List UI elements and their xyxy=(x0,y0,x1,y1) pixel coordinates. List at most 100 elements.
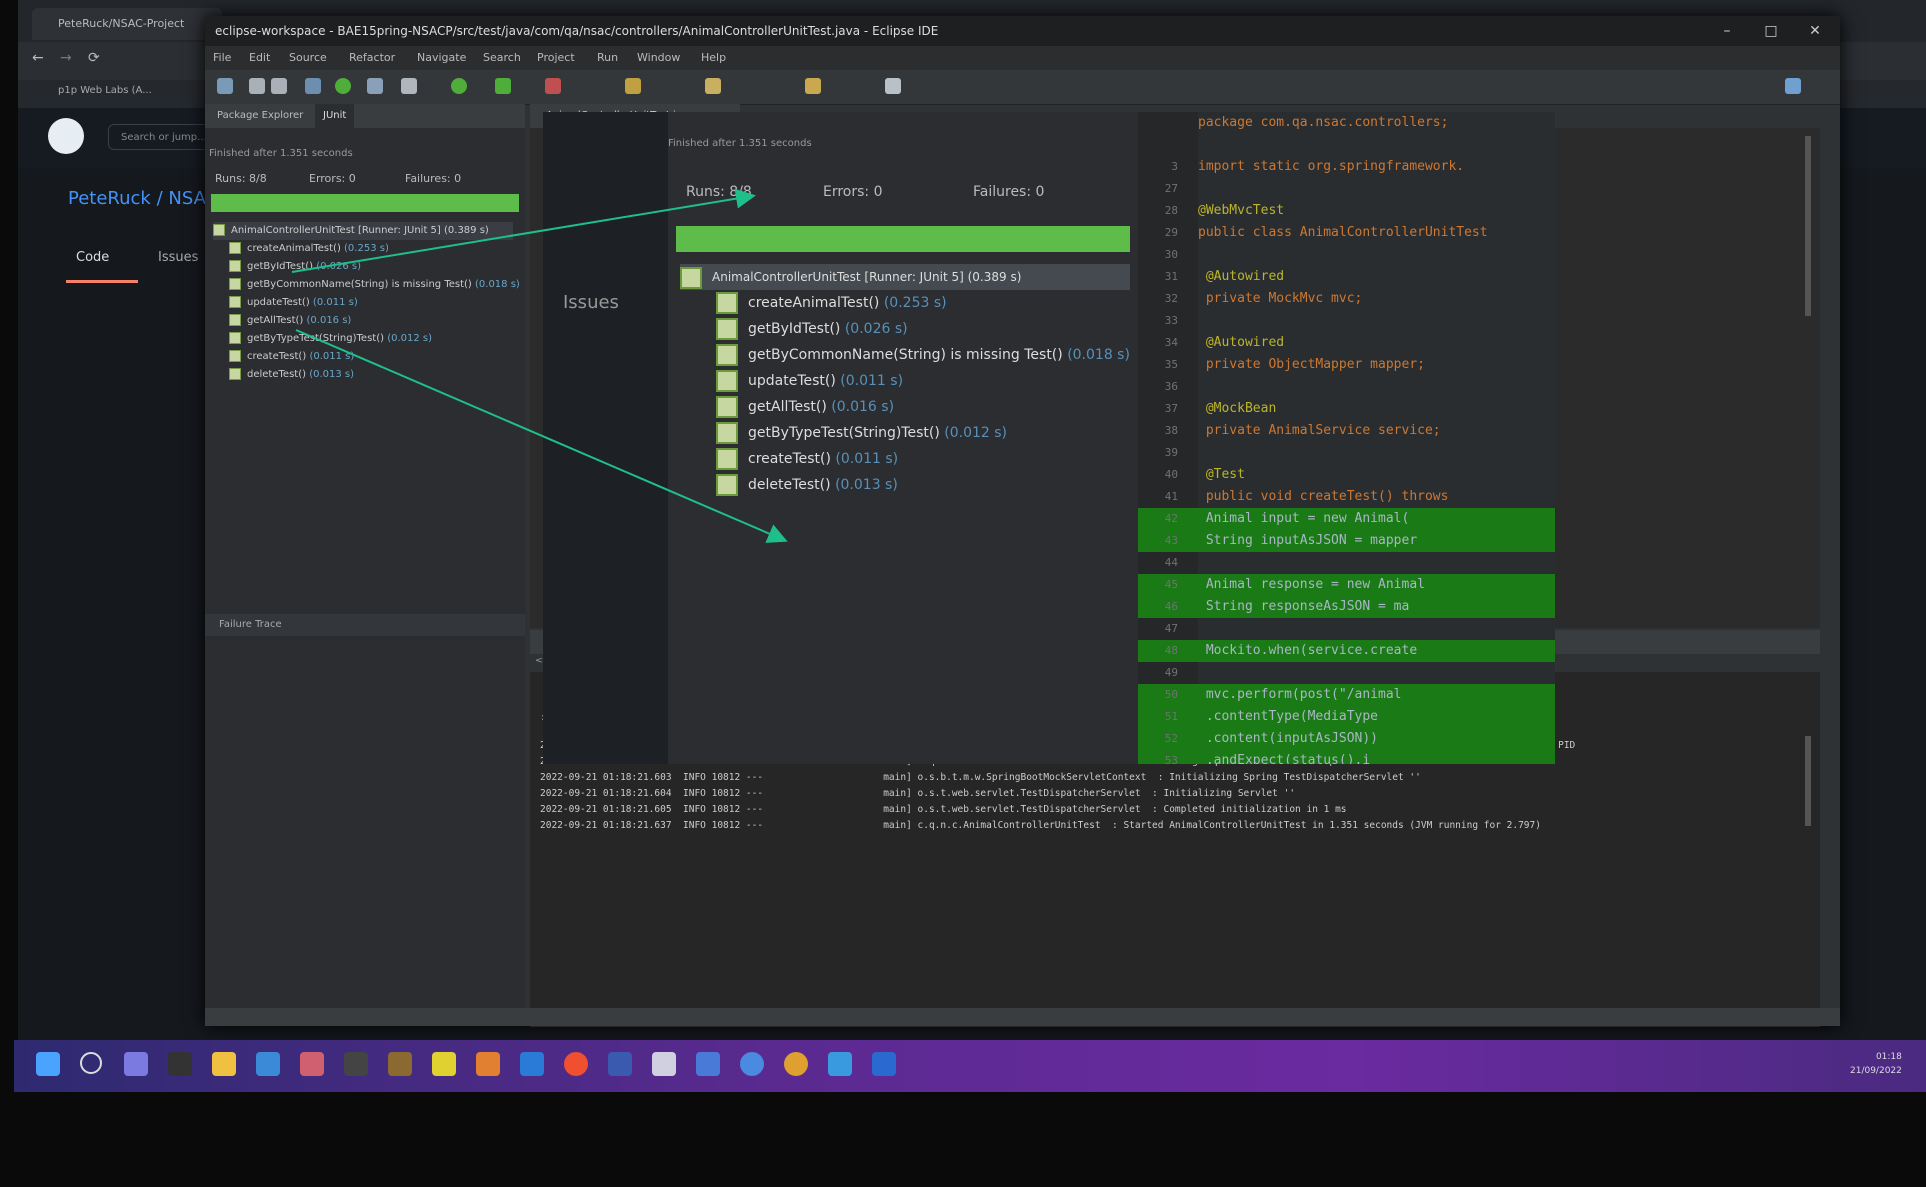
debug-icon[interactable] xyxy=(305,78,321,94)
new-icon[interactable] xyxy=(217,78,233,94)
tab-code[interactable]: Code xyxy=(76,250,109,265)
line-number: 32 xyxy=(1164,292,1178,305)
eclipse-titlebar: eclipse-workspace - BAE15pring-NSACP/src… xyxy=(205,16,1840,46)
forward-nav-icon[interactable] xyxy=(885,78,901,94)
github-logo-icon[interactable] xyxy=(48,118,84,154)
maximize-icon[interactable]: □ xyxy=(1749,16,1793,46)
folder-icon[interactable] xyxy=(705,78,721,94)
code-line: 38 private AnimalService service; xyxy=(1138,420,1555,442)
app-icon-4[interactable] xyxy=(696,1052,720,1076)
run-last-icon[interactable] xyxy=(451,78,467,94)
log-level: INFO 10812 --- xyxy=(683,820,764,831)
test-row[interactable]: getAllTest() (0.016 s) xyxy=(229,312,519,330)
zoom-test-row[interactable]: getByIdTest() (0.026 s) xyxy=(716,316,1136,342)
line-number: 39 xyxy=(1164,446,1178,459)
chrome-icon[interactable] xyxy=(784,1052,808,1076)
zoom-test-row[interactable]: createAnimalTest() (0.253 s) xyxy=(716,290,1136,316)
back-nav-icon[interactable] xyxy=(805,78,821,94)
test-row[interactable]: getByTypeTest(String)Test() (0.012 s) xyxy=(229,330,519,348)
git-icon[interactable] xyxy=(476,1052,500,1076)
start-icon[interactable] xyxy=(36,1052,60,1076)
zoom-test-row[interactable]: createTest() (0.011 s) xyxy=(716,446,1136,472)
eclipse-icon[interactable] xyxy=(608,1052,632,1076)
zoom-test-row[interactable]: getAllTest() (0.016 s) xyxy=(716,394,1136,420)
zoom-test-row[interactable]: getByCommonName(String) is missing Test(… xyxy=(716,342,1136,368)
zoom-test-pass-icon xyxy=(716,448,738,470)
file-explorer-icon[interactable] xyxy=(212,1052,236,1076)
repo-title[interactable]: PeteRuck / NSA xyxy=(68,188,206,209)
chat-icon[interactable] xyxy=(740,1052,764,1076)
browser-tab[interactable]: PeteRuck/NSAC-Project xyxy=(32,8,222,40)
save-icon[interactable] xyxy=(249,78,265,94)
menu-window[interactable]: Window xyxy=(637,46,680,70)
perspective-icon[interactable] xyxy=(1785,78,1801,94)
zoom-test-row[interactable]: deleteTest() (0.013 s) xyxy=(716,472,1136,498)
line-number: 49 xyxy=(1164,666,1178,679)
terminal-icon[interactable] xyxy=(652,1052,676,1076)
system-clock[interactable]: 01:18 21/09/2022 xyxy=(1850,1050,1902,1078)
menu-help[interactable]: Help xyxy=(701,46,726,70)
code-text: import static org.springframework. xyxy=(1198,159,1465,174)
zoom-test-row[interactable]: updateTest() (0.011 s) xyxy=(716,368,1136,394)
notepad-icon[interactable] xyxy=(432,1052,456,1076)
line-number: 27 xyxy=(1164,182,1178,195)
tab-junit[interactable]: JUnit xyxy=(315,104,355,128)
tab-package-explorer[interactable]: Package Explorer xyxy=(209,104,311,128)
menu-refactor[interactable]: Refactor xyxy=(349,46,395,70)
menu-navigate[interactable]: Navigate xyxy=(417,46,466,70)
test-row[interactable]: getByCommonName(String) is missing Test(… xyxy=(229,276,520,294)
menu-file[interactable]: File xyxy=(213,46,231,70)
coverage-icon[interactable] xyxy=(495,78,511,94)
vscode-icon[interactable] xyxy=(520,1052,544,1076)
open-type-icon[interactable] xyxy=(625,78,641,94)
save-all-icon[interactable] xyxy=(271,78,287,94)
forward-icon[interactable]: → xyxy=(60,50,72,66)
menu-search[interactable]: Search xyxy=(483,46,521,70)
tab-issues[interactable]: Issues xyxy=(158,250,198,265)
widgets-icon[interactable] xyxy=(168,1052,192,1076)
errors-counter: Errors: 0 xyxy=(309,172,356,185)
search-icon[interactable] xyxy=(80,1052,102,1074)
menu-source[interactable]: Source xyxy=(289,46,327,70)
test-row[interactable]: deleteTest() (0.013 s) xyxy=(229,366,519,384)
app-icon-1[interactable] xyxy=(300,1052,324,1076)
test-pass-icon xyxy=(229,260,241,272)
bookmark-item[interactable]: p1p Web Labs (A... xyxy=(58,85,152,96)
status-bar xyxy=(205,1008,1840,1026)
zoom-test-row[interactable]: getByTypeTest(String)Test() (0.012 s) xyxy=(716,420,1136,446)
zoom-test-name: getByTypeTest(String)Test() xyxy=(748,425,940,441)
github-search-input[interactable]: Search or jump... xyxy=(108,124,218,150)
test-row[interactable]: createAnimalTest() (0.253 s) xyxy=(229,240,519,258)
app-icon-6[interactable] xyxy=(872,1052,896,1076)
app-icon-3[interactable] xyxy=(388,1052,412,1076)
edit-icon[interactable] xyxy=(401,78,417,94)
app-icon-2[interactable] xyxy=(344,1052,368,1076)
editor-scrollbar[interactable] xyxy=(1805,136,1811,316)
close-icon[interactable]: ✕ xyxy=(1793,16,1837,46)
runs-counter: Runs: 8/8 xyxy=(215,172,267,185)
code-text: String responseAsJSON = ma xyxy=(1198,599,1410,614)
log-logger: main] o.s.t.web.servlet.TestDispatcherSe… xyxy=(883,788,1141,799)
test-row[interactable]: updateTest() (0.011 s) xyxy=(229,294,519,312)
menu-run[interactable]: Run xyxy=(597,46,618,70)
zoom-suite-row[interactable]: AnimalControllerUnitTest [Runner: JUnit … xyxy=(680,264,1130,290)
app-icon-5[interactable] xyxy=(828,1052,852,1076)
minimize-icon[interactable]: – xyxy=(1705,16,1749,46)
run-icon[interactable] xyxy=(335,78,351,94)
menu-project[interactable]: Project xyxy=(537,46,575,70)
reload-icon[interactable]: ⟳ xyxy=(88,50,100,66)
tool-icon[interactable] xyxy=(367,78,383,94)
stop-icon[interactable] xyxy=(545,78,561,94)
test-row[interactable]: getByIdTest() (0.026 s) xyxy=(229,258,519,276)
task-view-icon[interactable] xyxy=(124,1052,148,1076)
firefox-icon[interactable] xyxy=(564,1052,588,1076)
test-row[interactable]: createTest() (0.011 s) xyxy=(229,348,519,366)
mail-icon[interactable] xyxy=(256,1052,280,1076)
menu-edit[interactable]: Edit xyxy=(249,46,270,70)
line-number: 43 xyxy=(1164,534,1178,547)
code-text: private AnimalService service; xyxy=(1198,423,1441,438)
back-icon[interactable]: ← xyxy=(32,50,44,66)
code-line: 51 .contentType(MediaType xyxy=(1138,706,1555,728)
console-scrollbar[interactable] xyxy=(1805,736,1811,826)
test-suite-row[interactable]: AnimalControllerUnitTest [Runner: JUnit … xyxy=(213,222,513,240)
